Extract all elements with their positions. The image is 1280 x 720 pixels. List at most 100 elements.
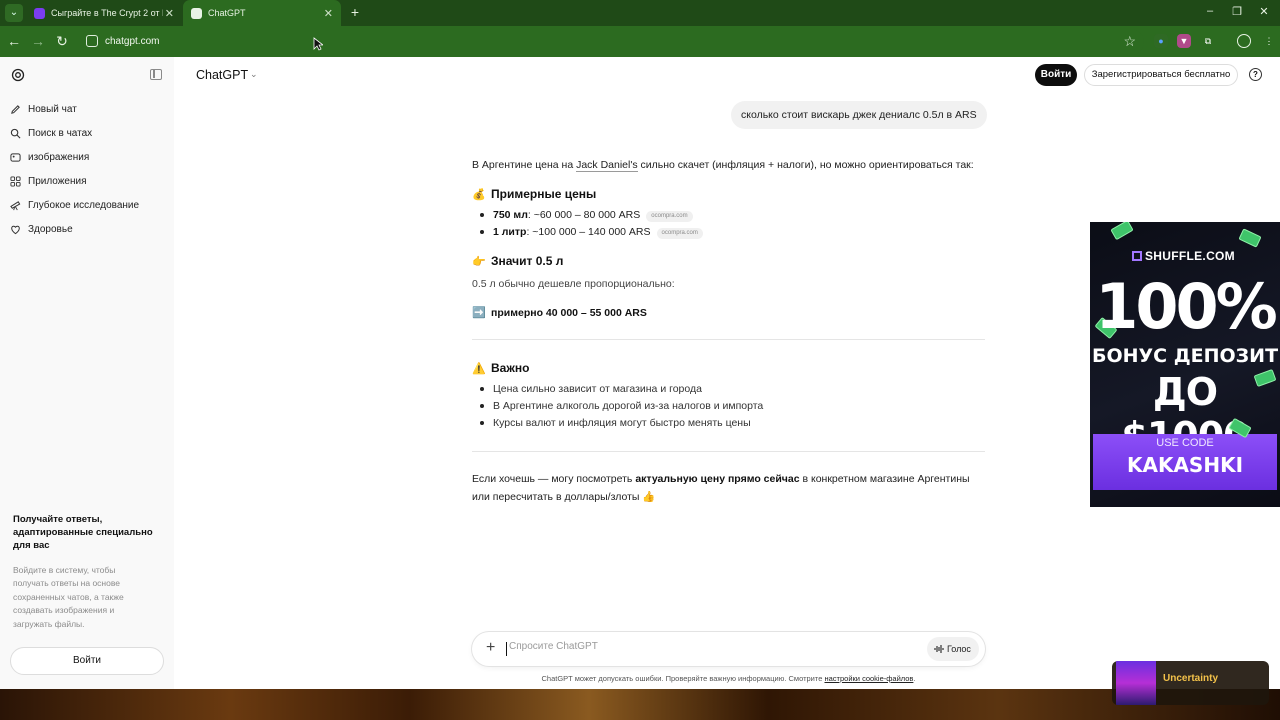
price-item-value: : ~60 000 – 80 000 ARS	[527, 209, 641, 221]
sidebar-item-health[interactable]: Здоровье	[10, 218, 160, 240]
source-chip[interactable]: ocompra.com	[646, 211, 693, 222]
login-promo-title: Получайте ответы, адаптированные специал…	[13, 514, 153, 551]
attach-plus-icon[interactable]: +	[486, 639, 495, 657]
track-title: Uncertainty	[1163, 673, 1219, 684]
model-selector[interactable]: ChatGPT	[196, 68, 248, 82]
reload-button[interactable]: ↻	[54, 33, 70, 49]
voice-waveform-icon	[934, 645, 944, 653]
help-icon[interactable]: ?	[1249, 68, 1262, 81]
answer-intro-pre: В Аргентине цена на	[472, 159, 577, 171]
sidebar-item-images[interactable]: изображения	[10, 146, 160, 168]
tab-favicon	[34, 7, 45, 19]
prompt-input[interactable]	[509, 641, 809, 652]
sidebar-item-deep-research[interactable]: Глубокое исследование	[10, 194, 160, 216]
close-tab-icon[interactable]: ✕	[165, 7, 174, 20]
bullet	[480, 387, 484, 391]
bullet	[480, 230, 484, 234]
openai-logo-icon[interactable]	[11, 68, 25, 82]
browser-tab-bar: ⌄ Сыграйте в The Crypt 2 от Nol ✕ ChatGP…	[0, 0, 1280, 26]
extensions-puzzle-icon[interactable]: ⧉	[1201, 34, 1215, 48]
sidebar-item-label: Глубокое исследование	[28, 199, 140, 211]
ad-line2: БОНУС ДЕПОЗИТ	[1091, 345, 1279, 367]
sidebar-item-label: Приложения	[28, 175, 87, 187]
forward-button[interactable]: →	[30, 33, 46, 49]
minimize-window-icon[interactable]: –	[1203, 5, 1217, 17]
ad-code-value: KAKASHKI	[1126, 453, 1244, 477]
search-icon	[10, 128, 21, 138]
background-video-strip	[0, 689, 1280, 720]
divider	[472, 451, 985, 452]
price-item: 750 мл: ~60 000 – 80 000 ARS ocompra.com	[493, 209, 1013, 222]
tab-search-button[interactable]: ⌄	[5, 4, 23, 22]
ad-code-label: USE CODE	[1156, 437, 1214, 449]
sidebar-item-new-chat[interactable]: Новый чат	[10, 98, 160, 120]
browser-toolbar: ← → ↻ chatgpt.com ☆	[0, 26, 1280, 57]
maximize-window-icon[interactable]: ❐	[1230, 5, 1244, 18]
estimate-line: ➡️ примерно 40 000 – 55 000 ARS	[472, 306, 992, 319]
ad-brand-text: SHUFFLE.COM	[1145, 249, 1235, 263]
voice-button[interactable]: Голос	[927, 637, 979, 661]
source-chip[interactable]: ocompra.com	[656, 228, 703, 239]
image-icon	[10, 152, 21, 162]
cash-bill-icon	[1110, 222, 1134, 241]
now-playing-widget: Uncertainty	[1112, 661, 1269, 705]
sidebar-item-apps[interactable]: Приложения	[10, 170, 160, 192]
sidebar-item-label: изображения	[28, 151, 90, 163]
estimate-value: примерно 40 000 – 55 000 ARS	[491, 307, 647, 319]
outro-pre: Если хочешь — могу посмотреть	[472, 473, 636, 485]
chatgpt-page: Новый чат Поиск в чатах изображения Прил…	[0, 57, 1280, 689]
new-tab-button[interactable]: +	[346, 4, 364, 20]
extension-icon[interactable]: ▼	[1177, 34, 1191, 48]
bookmark-star-icon[interactable]: ☆	[1123, 33, 1136, 50]
disclaimer-pre: ChatGPT может допускать ошибки. Проверяй…	[541, 674, 825, 683]
means-text: 0.5 л обычно дешевле пропорционально:	[472, 278, 675, 290]
login-promo-text: Войдите в систему, чтобы получать ответы…	[13, 565, 124, 629]
login-button[interactable]: Войти	[1035, 64, 1077, 86]
album-art	[1116, 661, 1156, 705]
sidebar-item-label: Поиск в чатах	[28, 127, 93, 139]
overlay-ad-banner: SHUFFLE.COM 100% БОНУС ДЕПОЗИТ ДО $1000 …	[1090, 222, 1280, 507]
important-heading: ⚠️ Важно	[472, 361, 992, 375]
outro-post: в конкретном магазине Аргентины	[799, 473, 970, 485]
disclaimer: ChatGPT может допускать ошибки. Проверяй…	[472, 674, 985, 683]
answer-intro-post: сильно скачет (инфляция + налоги), но мо…	[637, 159, 974, 171]
heart-icon	[11, 225, 20, 234]
divider	[472, 339, 985, 340]
arrow-right-icon: ➡️	[472, 307, 486, 319]
telescope-icon	[10, 200, 21, 210]
prices-heading-text: Примерные цены	[491, 187, 597, 201]
signup-button[interactable]: Зарегистрироваться бесплатно	[1084, 64, 1238, 86]
answer-outro-line1: Если хочешь — могу посмотреть актуальную…	[472, 473, 992, 485]
close-tab-icon[interactable]: ✕	[324, 7, 333, 20]
cookie-settings-link[interactable]: настройки cookie-файлов	[824, 674, 913, 683]
back-button[interactable]: ←	[6, 33, 22, 49]
extension-icon[interactable]: ●	[1154, 34, 1168, 48]
text-caret	[506, 642, 507, 656]
ad-brand-logo: SHUFFLE.COM	[1132, 249, 1235, 263]
sidebar-login-button[interactable]: Войти	[10, 647, 164, 675]
close-window-icon[interactable]: ✕	[1257, 5, 1271, 18]
tab-title: ChatGPT	[208, 8, 246, 18]
price-item: 1 литр: ~100 000 – 140 000 ARS ocompra.co…	[493, 226, 1013, 239]
address-bar[interactable]: chatgpt.com ☆	[80, 29, 1144, 55]
ad-headline: 100%	[1095, 270, 1278, 343]
money-bag-icon: 💰	[472, 189, 486, 201]
tab-title: Сыграйте в The Crypt 2 от Nol	[51, 8, 163, 18]
chevron-down-icon[interactable]: ⌄	[250, 69, 258, 80]
important-heading-text: Важно	[491, 361, 530, 375]
site-info-icon[interactable]	[86, 35, 98, 47]
profile-icon[interactable]	[1237, 34, 1251, 48]
sidebar-item-search[interactable]: Поиск в чатах	[10, 122, 160, 144]
shuffle-logo-icon	[1132, 251, 1142, 261]
sidebar-toggle-icon[interactable]	[150, 69, 162, 80]
browser-menu-icon[interactable]: ⋮	[1262, 34, 1276, 48]
price-item-volume: 750 мл	[493, 209, 528, 221]
browser-tab-active[interactable]: ChatGPT ✕	[183, 0, 341, 26]
answer-entity-link[interactable]: Jack Daniel's	[576, 159, 638, 172]
sidebar: Новый чат Поиск в чатах изображения Прил…	[0, 57, 174, 689]
bullet	[480, 213, 484, 217]
sidebar-item-label: Новый чат	[28, 103, 77, 115]
prices-heading: 💰 Примерные цены	[472, 187, 992, 201]
voice-button-label: Голос	[947, 644, 971, 654]
browser-tab[interactable]: Сыграйте в The Crypt 2 от Nol ✕	[26, 0, 182, 26]
